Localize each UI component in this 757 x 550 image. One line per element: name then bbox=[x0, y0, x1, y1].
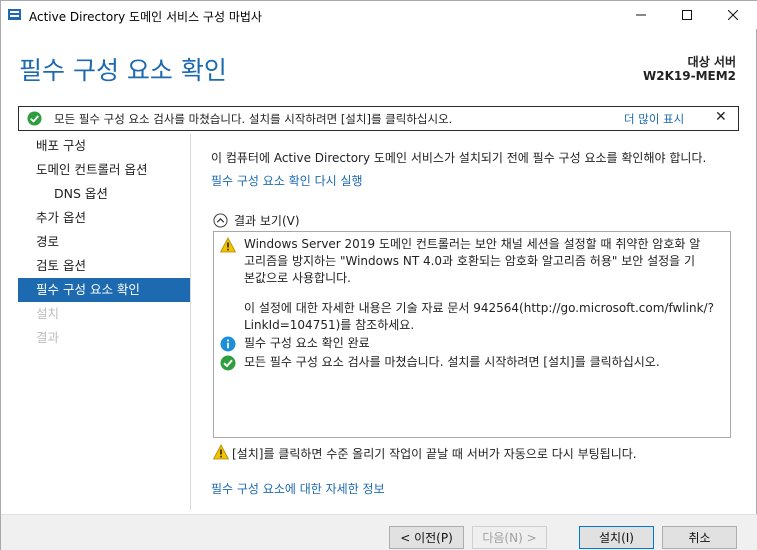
cancel-button[interactable]: 취소 bbox=[662, 526, 737, 549]
step-deployment-config[interactable]: 배포 구성 bbox=[18, 134, 190, 158]
success-check-icon bbox=[220, 355, 236, 371]
detail-line-1: 이 설정에 대한 자세한 내용은 기술 자료 문서 942564(http://… bbox=[244, 301, 714, 315]
wizard-steps-nav: 배포 구성 도메인 컨트롤러 옵션 DNS 옵션 추가 옵션 경로 검토 옵션 … bbox=[18, 134, 190, 350]
view-results-label: 결과 보기(V) bbox=[234, 213, 300, 228]
maximize-button[interactable] bbox=[664, 1, 710, 29]
rerun-prerequisites-link[interactable]: 필수 구성 요소 확인 다시 실행 bbox=[211, 172, 363, 189]
info-icon bbox=[220, 336, 236, 352]
step-dc-options[interactable]: 도메인 컨트롤러 옵션 bbox=[18, 158, 190, 182]
destination-server-name: W2K19-MEM2 bbox=[643, 69, 736, 83]
wizard-footer: < 이전(P) 다음(N) > 설치(I) 취소 bbox=[1, 514, 757, 550]
step-results: 결과 bbox=[36, 330, 60, 345]
step-review-options[interactable]: 검토 옵션 bbox=[18, 254, 190, 278]
maximize-icon bbox=[682, 10, 692, 20]
install-button[interactable]: 설치(I) bbox=[579, 526, 654, 549]
intro-text: 이 컴퓨터에 Active Directory 도메인 서비스가 설치되기 전에… bbox=[211, 151, 707, 165]
reboot-note: [설치]를 클릭하면 수준 올리기 작업이 끝날 때 서버가 자동으로 다시 부… bbox=[232, 447, 637, 461]
window-title: Active Directory 도메인 서비스 구성 마법사 bbox=[29, 10, 262, 24]
success-line: 모든 필수 구성 요소 검사를 마쳤습니다. 설치를 시작하려면 [설치]를 클… bbox=[244, 355, 660, 369]
minimize-button[interactable] bbox=[618, 1, 664, 29]
show-more-link[interactable]: 더 많이 표시 bbox=[624, 111, 684, 127]
warning-line-3: 본값으로 사용합니다. bbox=[244, 271, 351, 285]
wizard-window: Active Directory 도메인 서비스 구성 마법사 필수 구성 요소… bbox=[0, 0, 757, 550]
notification-bar: 모든 필수 구성 요소 검사를 마쳤습니다. 설치를 시작하려면 [설치]를 클… bbox=[18, 106, 739, 131]
view-results-toggle[interactable]: 결과 보기(V) bbox=[213, 212, 300, 228]
minimize-icon bbox=[636, 14, 646, 16]
close-window-button[interactable] bbox=[710, 1, 756, 29]
title-bar[interactable]: Active Directory 도메인 서비스 구성 마법사 bbox=[1, 1, 757, 29]
chevron-up-icon bbox=[213, 212, 228, 228]
success-check-icon bbox=[27, 111, 42, 126]
more-info-link[interactable]: 필수 구성 요소에 대한 자세한 정보 bbox=[211, 480, 385, 497]
sidebar-divider bbox=[190, 134, 191, 510]
step-additional-options[interactable]: 추가 옵션 bbox=[18, 206, 190, 230]
results-panel[interactable]: Windows Server 2019 도메인 컨트롤러는 보안 채널 세션을 … bbox=[213, 231, 731, 438]
server-manager-icon bbox=[8, 9, 21, 20]
warning-line-2: 고리즘을 방지하는 "Windows NT 4.0과 호환되는 암호화 알고리즘… bbox=[244, 254, 696, 268]
warning-line-1: Windows Server 2019 도메인 컨트롤러는 보안 채널 세션을 … bbox=[244, 237, 701, 251]
step-paths[interactable]: 경로 bbox=[18, 230, 190, 254]
step-dns-options[interactable]: DNS 옵션 bbox=[18, 182, 190, 206]
step-prerequisites-check[interactable]: 필수 구성 요소 확인 bbox=[18, 278, 190, 302]
destination-server-label: 대상 서버 bbox=[687, 55, 736, 69]
warning-icon bbox=[220, 237, 236, 253]
notification-text: 모든 필수 구성 요소 검사를 마쳤습니다. 설치를 시작하려면 [설치]를 클… bbox=[54, 112, 453, 126]
warning-icon bbox=[213, 444, 229, 460]
page-title: 필수 구성 요소 확인 bbox=[19, 56, 227, 85]
step-installation: 설치 bbox=[36, 306, 60, 321]
next-button[interactable]: 다음(N) > bbox=[472, 526, 547, 549]
dismiss-notification-icon[interactable]: ✕ bbox=[715, 109, 727, 125]
previous-button[interactable]: < 이전(P) bbox=[389, 526, 464, 549]
close-icon bbox=[728, 10, 738, 20]
info-line: 필수 구성 요소 확인 완료 bbox=[244, 336, 370, 350]
detail-line-2: LinkId=104751)를 참조하세요. bbox=[244, 318, 415, 332]
